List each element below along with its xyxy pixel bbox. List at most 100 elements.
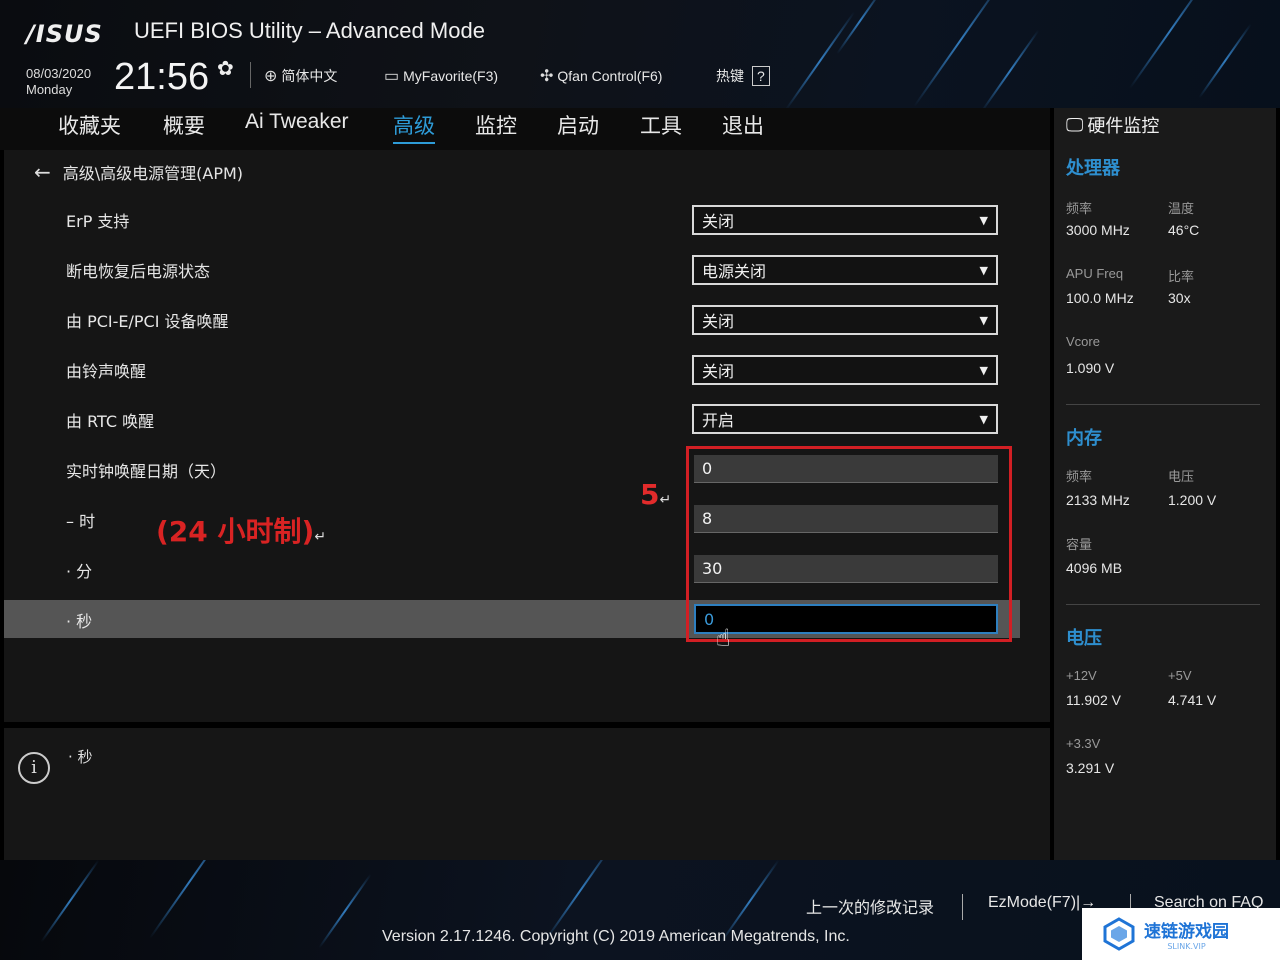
rtc-day-label: 实时钟唤醒日期（天）	[66, 462, 227, 481]
apu-freq-label: APU Freq	[1066, 266, 1124, 281]
rtc-hour-label: – 时	[66, 512, 96, 531]
restore-ac-label: 断电恢复后电源状态	[66, 262, 211, 281]
tab-monitor[interactable]: 监控	[475, 110, 517, 140]
mem-freq-value: 2133 MHz	[1066, 492, 1130, 508]
header-separator	[250, 62, 251, 88]
tab-ai-tweaker[interactable]: Ai Tweaker	[245, 110, 349, 134]
cpu-ratio-value: 30x	[1168, 290, 1191, 306]
mem-volt-value: 1.200 V	[1168, 492, 1217, 508]
hw-divider	[1066, 404, 1260, 405]
cpu-heading: 处理器	[1066, 158, 1120, 179]
cpu-freq-value: 3000 MHz	[1066, 222, 1130, 238]
restore-ac-dropdown[interactable]: 电源关闭 ▼	[692, 255, 998, 285]
annotation-24h: (24 小时制)↵	[156, 510, 326, 550]
watermark-text: 速链游戏园 SLINK.VIP	[1144, 917, 1229, 951]
globe-icon: ⊕	[264, 68, 278, 85]
breadcrumb-path: 高级\高级电源管理(APM)	[62, 164, 244, 183]
vcore-label: Vcore	[1066, 334, 1100, 349]
rtc-second-label: · 秒	[66, 612, 93, 631]
tab-advanced[interactable]: 高级	[393, 110, 435, 144]
help-panel	[4, 728, 1050, 860]
chevron-down-icon: ▼	[979, 412, 988, 426]
annotation-highlight-box	[686, 446, 1012, 642]
info-icon: i	[18, 752, 50, 784]
back-arrow-icon[interactable]: ←	[34, 160, 51, 184]
qfan-button[interactable]: ✣ Qfan Control(F6)	[540, 66, 662, 86]
asus-logo: /ISUS	[26, 20, 103, 48]
date-value: 08/03/2020	[26, 66, 92, 81]
v5-label: +5V	[1168, 668, 1192, 683]
tab-boot[interactable]: 启动	[557, 110, 599, 140]
tab-favorites[interactable]: 收藏夹	[58, 110, 121, 140]
site-watermark: 速链游戏园 SLINK.VIP	[1082, 908, 1280, 960]
date-display: 08/03/2020 Monday	[26, 66, 91, 98]
vcore-value: 1.090 V	[1066, 360, 1115, 376]
erp-label: ErP 支持	[66, 212, 130, 231]
voltage-heading: 电压	[1066, 628, 1102, 649]
rtc-wake-value: 开启	[702, 411, 735, 430]
hw-divider	[1066, 604, 1260, 605]
monitor-icon: 🖵	[1066, 114, 1084, 136]
watermark-main: 速链游戏园	[1144, 922, 1229, 942]
erp-dropdown[interactable]: 关闭 ▼	[692, 205, 998, 235]
mem-capacity-label: 容量	[1066, 537, 1093, 552]
hotkey-key: ?	[752, 66, 770, 86]
ezmode-button[interactable]: EzMode(F7)|→	[988, 894, 1096, 912]
tab-exit[interactable]: 退出	[722, 110, 764, 140]
v12-value: 11.902 V	[1066, 692, 1122, 708]
v12-label: +12V	[1066, 668, 1097, 683]
cpu-ratio-label: 比率	[1168, 269, 1195, 284]
myfavorite-label: MyFavorite(F3)	[403, 68, 499, 84]
v33-value: 3.291 V	[1066, 760, 1115, 776]
version-text: Version 2.17.1246. Copyright (C) 2019 Am…	[382, 928, 850, 945]
myfavorite-button[interactable]: ▭ MyFavorite(F3)	[384, 66, 498, 86]
gear-icon[interactable]: ✿	[217, 56, 234, 80]
breadcrumb[interactable]: ← 高级\高级电源管理(APM)	[34, 160, 243, 184]
language-label: 简体中文	[281, 68, 338, 84]
ring-wake-value: 关闭	[702, 362, 735, 381]
pcie-wake-value: 关闭	[702, 312, 735, 331]
rtc-wake-label: 由 RTC 唤醒	[66, 412, 155, 431]
watermark-logo-icon	[1103, 917, 1135, 951]
favorite-window-icon: ▭	[384, 68, 400, 85]
hand-cursor-icon: ☝	[716, 624, 731, 652]
rtc-wake-dropdown[interactable]: 开启 ▼	[692, 404, 998, 434]
annotation-24h-text: (24 小时制)	[156, 515, 315, 548]
clock-display: 21:56	[114, 56, 210, 98]
chevron-down-icon: ▼	[979, 263, 988, 277]
return-mark: ↵	[314, 529, 327, 545]
hotkey-button[interactable]: 热键 ?	[716, 66, 770, 86]
v5-value: 4.741 V	[1168, 692, 1217, 708]
tab-main[interactable]: 概要	[163, 110, 205, 140]
chevron-down-icon: ▼	[979, 363, 988, 377]
cpu-temp-label: 温度	[1168, 201, 1195, 216]
hw-title-label: 硬件监控	[1087, 116, 1160, 137]
rtc-minute-label: · 分	[66, 562, 93, 581]
ring-wake-label: 由铃声唤醒	[66, 362, 147, 381]
chevron-down-icon: ▼	[979, 213, 988, 227]
fan-icon: ✣	[540, 68, 554, 85]
annotation-step: 5↵	[640, 478, 671, 511]
last-modified-button[interactable]: 上一次的修改记录	[806, 894, 934, 918]
help-text: · 秒	[68, 748, 93, 766]
pcie-wake-dropdown[interactable]: 关闭 ▼	[692, 305, 998, 335]
tab-tool[interactable]: 工具	[640, 110, 682, 140]
hardware-monitor-title: 🖵 硬件监控	[1066, 112, 1159, 138]
return-mark: ↵	[659, 492, 672, 508]
qfan-label: Qfan Control(F6)	[557, 68, 663, 84]
language-button[interactable]: ⊕ 简体中文	[264, 66, 337, 86]
mem-capacity-value: 4096 MB	[1066, 560, 1123, 576]
watermark-sub: SLINK.VIP	[1167, 942, 1206, 951]
mem-freq-label: 频率	[1066, 469, 1093, 484]
annotation-step-number: 5	[640, 478, 660, 511]
nav-bar	[0, 108, 1050, 150]
mem-volt-label: 电压	[1168, 469, 1195, 484]
chevron-down-icon: ▼	[979, 313, 988, 327]
window-title: UEFI BIOS Utility – Advanced Mode	[134, 18, 485, 43]
cpu-freq-label: 频率	[1066, 201, 1093, 216]
erp-value: 关闭	[702, 212, 735, 231]
ring-wake-dropdown[interactable]: 关闭 ▼	[692, 355, 998, 385]
pcie-wake-label: 由 PCI-E/PCI 设备唤醒	[66, 312, 229, 331]
footer-separator	[962, 894, 963, 920]
apu-freq-value: 100.0 MHz	[1066, 290, 1134, 306]
